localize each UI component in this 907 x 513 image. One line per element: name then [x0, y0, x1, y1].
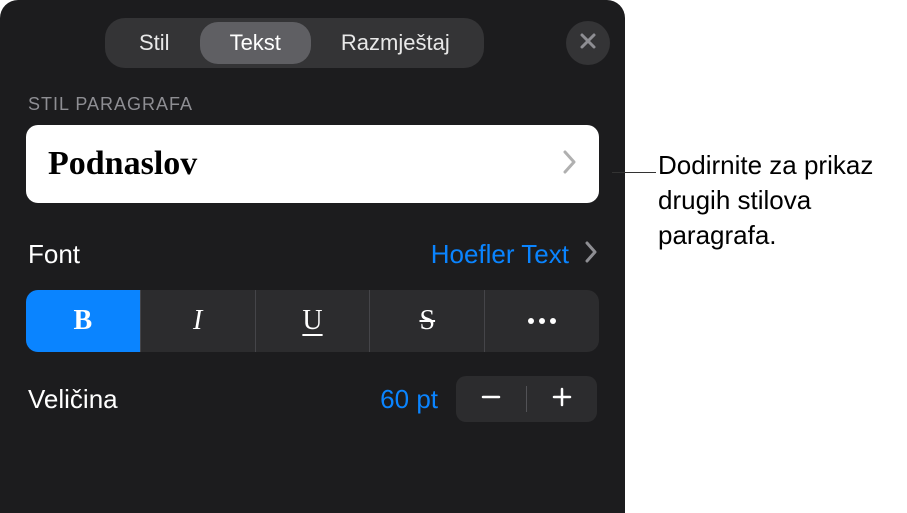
bold-button[interactable]: B: [26, 290, 141, 352]
size-decrease-button[interactable]: [456, 376, 526, 422]
callout-text: Dodirnite za prikaz drugih stilova parag…: [658, 148, 898, 253]
font-value-wrap: Hoefler Text: [431, 239, 597, 270]
chevron-right-icon: [563, 150, 577, 179]
font-value: Hoefler Text: [431, 239, 569, 270]
tab-stil[interactable]: Stil: [109, 22, 200, 64]
size-value: 60 pt: [380, 384, 438, 415]
strikethrough-icon: S: [420, 305, 436, 337]
tab-tekst[interactable]: Tekst: [200, 22, 311, 64]
close-button[interactable]: [566, 21, 610, 65]
callout-line: [612, 172, 656, 173]
plus-icon: [551, 386, 573, 413]
underline-button[interactable]: U: [256, 290, 371, 352]
underline-icon: U: [302, 305, 322, 337]
paragraph-style-label: STIL PARAGRAFA: [0, 80, 625, 125]
size-increase-button[interactable]: [527, 376, 597, 422]
more-options-button[interactable]: [485, 290, 599, 352]
minus-icon: [480, 386, 502, 413]
format-panel: Stil Tekst Razmještaj STIL PARAGRAFA Pod…: [0, 0, 625, 513]
tab-control: Stil Tekst Razmještaj: [105, 18, 484, 68]
tab-razmjestaj[interactable]: Razmještaj: [311, 22, 480, 64]
size-label: Veličina: [28, 384, 362, 415]
size-row: Veličina 60 pt: [0, 352, 625, 432]
chevron-right-icon: [585, 241, 597, 268]
more-icon: [528, 318, 556, 324]
panel-header: Stil Tekst Razmještaj: [0, 0, 625, 80]
format-toolbar: B I U S: [26, 290, 599, 352]
font-row[interactable]: Font Hoefler Text: [0, 203, 625, 284]
paragraph-style-name: Podnaslov: [48, 145, 197, 183]
italic-button[interactable]: I: [141, 290, 256, 352]
strikethrough-button[interactable]: S: [370, 290, 485, 352]
close-icon: [578, 31, 598, 56]
size-stepper: [456, 376, 597, 422]
font-label: Font: [28, 239, 80, 270]
paragraph-style-selector[interactable]: Podnaslov: [26, 125, 599, 203]
